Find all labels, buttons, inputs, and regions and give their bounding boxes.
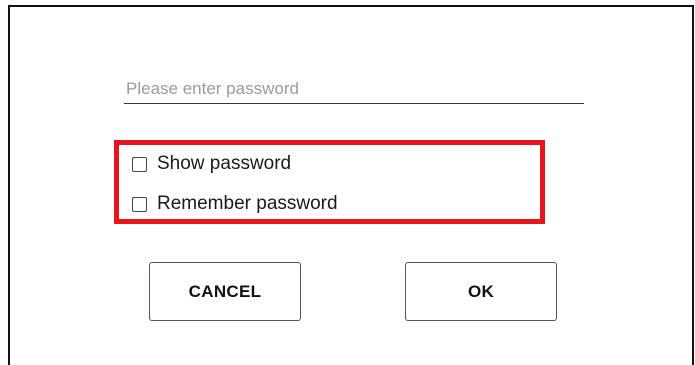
cancel-button[interactable]: CANCEL — [149, 262, 301, 321]
ok-button[interactable]: OK — [405, 262, 557, 321]
password-input[interactable] — [124, 74, 584, 104]
show-password-option[interactable]: Show password — [132, 152, 291, 176]
remember-password-checkbox[interactable] — [132, 196, 147, 212]
remember-password-label: Remember password — [157, 193, 338, 214]
show-password-label: Show password — [157, 153, 292, 174]
remember-password-option[interactable]: Remember password — [132, 192, 338, 216]
show-password-checkbox[interactable] — [132, 156, 147, 172]
